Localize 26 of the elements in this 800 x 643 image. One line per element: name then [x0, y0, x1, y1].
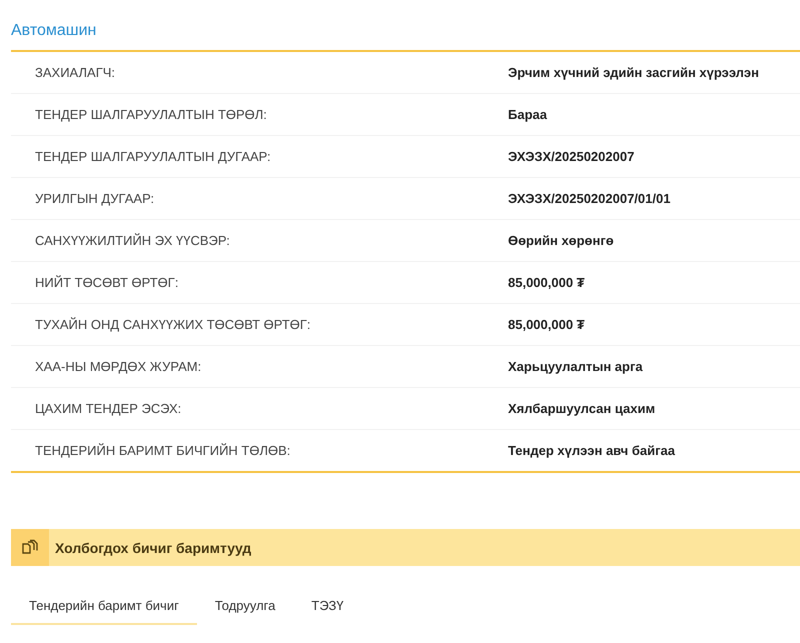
- field-label: ТУХАЙН ОНД САНХҮҮЖИХ ТӨСӨВТ ӨРТӨГ:: [34, 317, 312, 332]
- field-value: Тендер хүлээн авч байгаа: [508, 443, 675, 458]
- tab[interactable]: Тодруулга: [196, 590, 294, 625]
- field-label: ТЕНДЕР ШАЛГАРУУЛАЛТЫН ТӨРӨЛ:: [34, 107, 268, 122]
- field-label: ТЕНДЕР ШАЛГАРУУЛАЛТЫН ДУГААР:: [34, 149, 272, 164]
- tab[interactable]: Тендерийн баримт бичиг: [11, 590, 197, 625]
- field-value: ЭХЭЗХ/20250202007/01/01: [508, 191, 670, 206]
- field-value: Бараа: [508, 107, 547, 122]
- field-value: 85,000,000 ₮: [508, 317, 585, 332]
- field-value: Харьцуулалтын арга: [508, 359, 643, 374]
- section-title: Холбогдох бичиг баримтууд: [54, 540, 252, 556]
- field-label: ХАА-НЫ МӨРДӨХ ЖУРАМ:: [34, 359, 202, 374]
- field-label: ТЕНДЕРИЙН БАРИМТ БИЧГИЙН ТӨЛӨВ:: [34, 443, 292, 458]
- field-label: ЗАХИАЛАГЧ:: [34, 65, 116, 80]
- field-label: НИЙТ ТӨСӨВТ ӨРТӨГ:: [34, 275, 180, 290]
- field-value: Хялбаршуулсан цахим: [508, 401, 656, 416]
- field-label: САНХҮҮЖИЛТИЙН ЭХ ҮҮСВЭР:: [34, 233, 231, 248]
- page-title: Автомашин: [10, 21, 98, 41]
- tab[interactable]: ТЭЗҮ: [293, 590, 362, 625]
- field-label: ЦАХИМ ТЕНДЕР ЭСЭХ:: [34, 401, 182, 416]
- field-value: Өөрийн хөрөнгө: [508, 233, 614, 248]
- field-label: УРИЛГЫН ДУГААР:: [34, 191, 156, 206]
- documents-icon: [11, 529, 49, 566]
- field-value: Эрчим хүчний эдийн засгийн хүрээлэн: [508, 65, 759, 80]
- field-value: ЭХЭЗХ/20250202007: [508, 149, 634, 164]
- field-value: 85,000,000 ₮: [508, 275, 585, 290]
